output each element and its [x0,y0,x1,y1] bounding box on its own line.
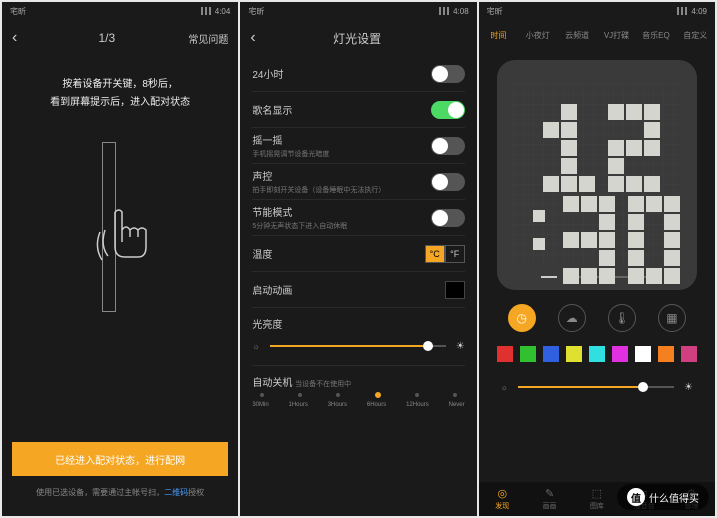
sun-dim-icon: ☼ [501,383,508,392]
tab-nightlight[interactable]: 小夜灯 [518,20,557,50]
nav-item[interactable]: ◎发现 [479,482,526,516]
clock-icon[interactable]: ◷ [508,304,536,332]
pixel-display [513,84,681,264]
panel-clock-design: 宅昕 4:09 时间 小夜灯 云频道 VJ打碟 音乐EQ 自定义 ◷ ☁ 🌡 ▦… [479,2,715,516]
header: ‹ 灯光设置 [240,20,476,56]
step-indicator: 1/3 [25,31,188,45]
watermark: 值 什么值得买 [617,484,709,510]
color-swatch[interactable] [589,346,605,362]
clock-preview-card[interactable] [497,60,697,290]
status-bar: 宅昕 4:09 [479,2,715,20]
back-icon[interactable]: ‹ [250,29,255,47]
panel-light-settings: 宅昕 4:08 ‹ 灯光设置 24小时 歌名显示 摇一摇手机摇晃调节设备光暗度 … [240,2,476,516]
toggle-voice[interactable] [431,173,465,191]
row-song: 歌名显示 [252,92,464,128]
clock: 4:08 [453,7,469,16]
weather-icon[interactable]: ☁ [558,304,586,332]
color-swatch[interactable] [566,346,582,362]
row-24h: 24小时 [252,56,464,92]
temp-unit-toggle[interactable]: °C °F [425,245,465,263]
row-eco: 节能模式5分钟无声状态下进入自动休眠 [252,200,464,236]
calendar-icon[interactable]: ▦ [658,304,686,332]
panel-pairing: 宅昕 4:04 ‹ 1/3 常见问题 按着设备开关键，8秒后， 看到屏幕提示后，… [2,2,238,516]
brightness-slider[interactable] [270,345,446,347]
color-swatch[interactable] [543,346,559,362]
timer-slider[interactable] [260,393,456,398]
row-shake: 摇一摇手机摇晃调节设备光暗度 [252,128,464,164]
page-title: 灯光设置 [264,30,451,47]
nav-item[interactable]: ⬚图库 [573,482,620,516]
tab-eq[interactable]: 音乐EQ [636,20,675,50]
hand-icon [90,202,160,282]
signal-icon [439,7,449,15]
nav-item[interactable]: ✎画画 [526,482,573,516]
tab-cloud[interactable]: 云频道 [557,20,596,50]
color-palette [497,346,697,362]
sun-bright-icon: ☀ [456,341,465,352]
status-bar: 宅昕 4:08 [240,2,476,20]
faq-link[interactable]: 常见问题 [188,31,228,46]
watermark-badge: 值 [627,488,645,506]
mode-tabs: 时间 小夜灯 云频道 VJ打碟 音乐EQ 自定义 [479,20,715,50]
thermometer-icon[interactable]: 🌡 [608,304,636,332]
header: ‹ 1/3 常见问题 [2,20,238,56]
status-bar: 宅昕 4:04 [2,2,238,20]
row-voice: 声控拍手即刻开关设备（设备睡眠中无法执行） [252,164,464,200]
signal-icon [201,7,211,15]
boot-anim-preview [445,281,465,299]
carrier: 宅昕 [10,6,26,17]
row-boot-anim[interactable]: 启动动画 [252,272,464,308]
footer-text: 使用已选设备，需要通过主帐号扫，二维码授权 [2,487,238,498]
row-temp: 温度 °C °F [252,236,464,272]
color-swatch[interactable] [658,346,674,362]
sun-bright-icon: ☀ [684,382,693,393]
row-auto-off: 自动关机 当设备不在使用中 30Min 1Hours 3Hours 6Hours… [252,366,464,416]
tab-time[interactable]: 时间 [479,20,518,50]
toggle-song[interactable] [431,101,465,119]
carrier: 宅昕 [487,6,503,17]
device-illustration [70,142,170,312]
carrier: 宅昕 [248,6,264,17]
signal-icon [677,7,687,15]
sun-dim-icon: ☼ [252,342,259,351]
brightness-slider[interactable]: ☼ ☀ [501,376,693,398]
toggle-shake[interactable] [431,137,465,155]
instruction-line-1: 按着设备开关键，8秒后， [22,76,218,94]
toggle-eco[interactable] [431,209,465,227]
tab-custom[interactable]: 自定义 [676,20,715,50]
qr-link[interactable]: 二维码 [164,488,188,497]
color-swatch[interactable] [497,346,513,362]
watermark-text: 什么值得买 [649,490,699,505]
tab-vj[interactable]: VJ打碟 [597,20,636,50]
color-swatch[interactable] [635,346,651,362]
color-swatch[interactable] [681,346,697,362]
row-brightness: 光亮度 ☼ ☀ [252,308,464,366]
back-icon[interactable]: ‹ [12,29,17,47]
toggle-24h[interactable] [431,65,465,83]
instruction-line-2: 看到屏幕提示后，进入配对状态 [22,94,218,112]
color-swatch[interactable] [612,346,628,362]
clock: 4:09 [691,7,707,16]
confirm-pairing-button[interactable]: 已经进入配对状态，进行配网 [12,442,228,476]
color-swatch[interactable] [520,346,536,362]
clock: 4:04 [215,7,231,16]
widget-icons: ◷ ☁ 🌡 ▦ [497,304,697,332]
